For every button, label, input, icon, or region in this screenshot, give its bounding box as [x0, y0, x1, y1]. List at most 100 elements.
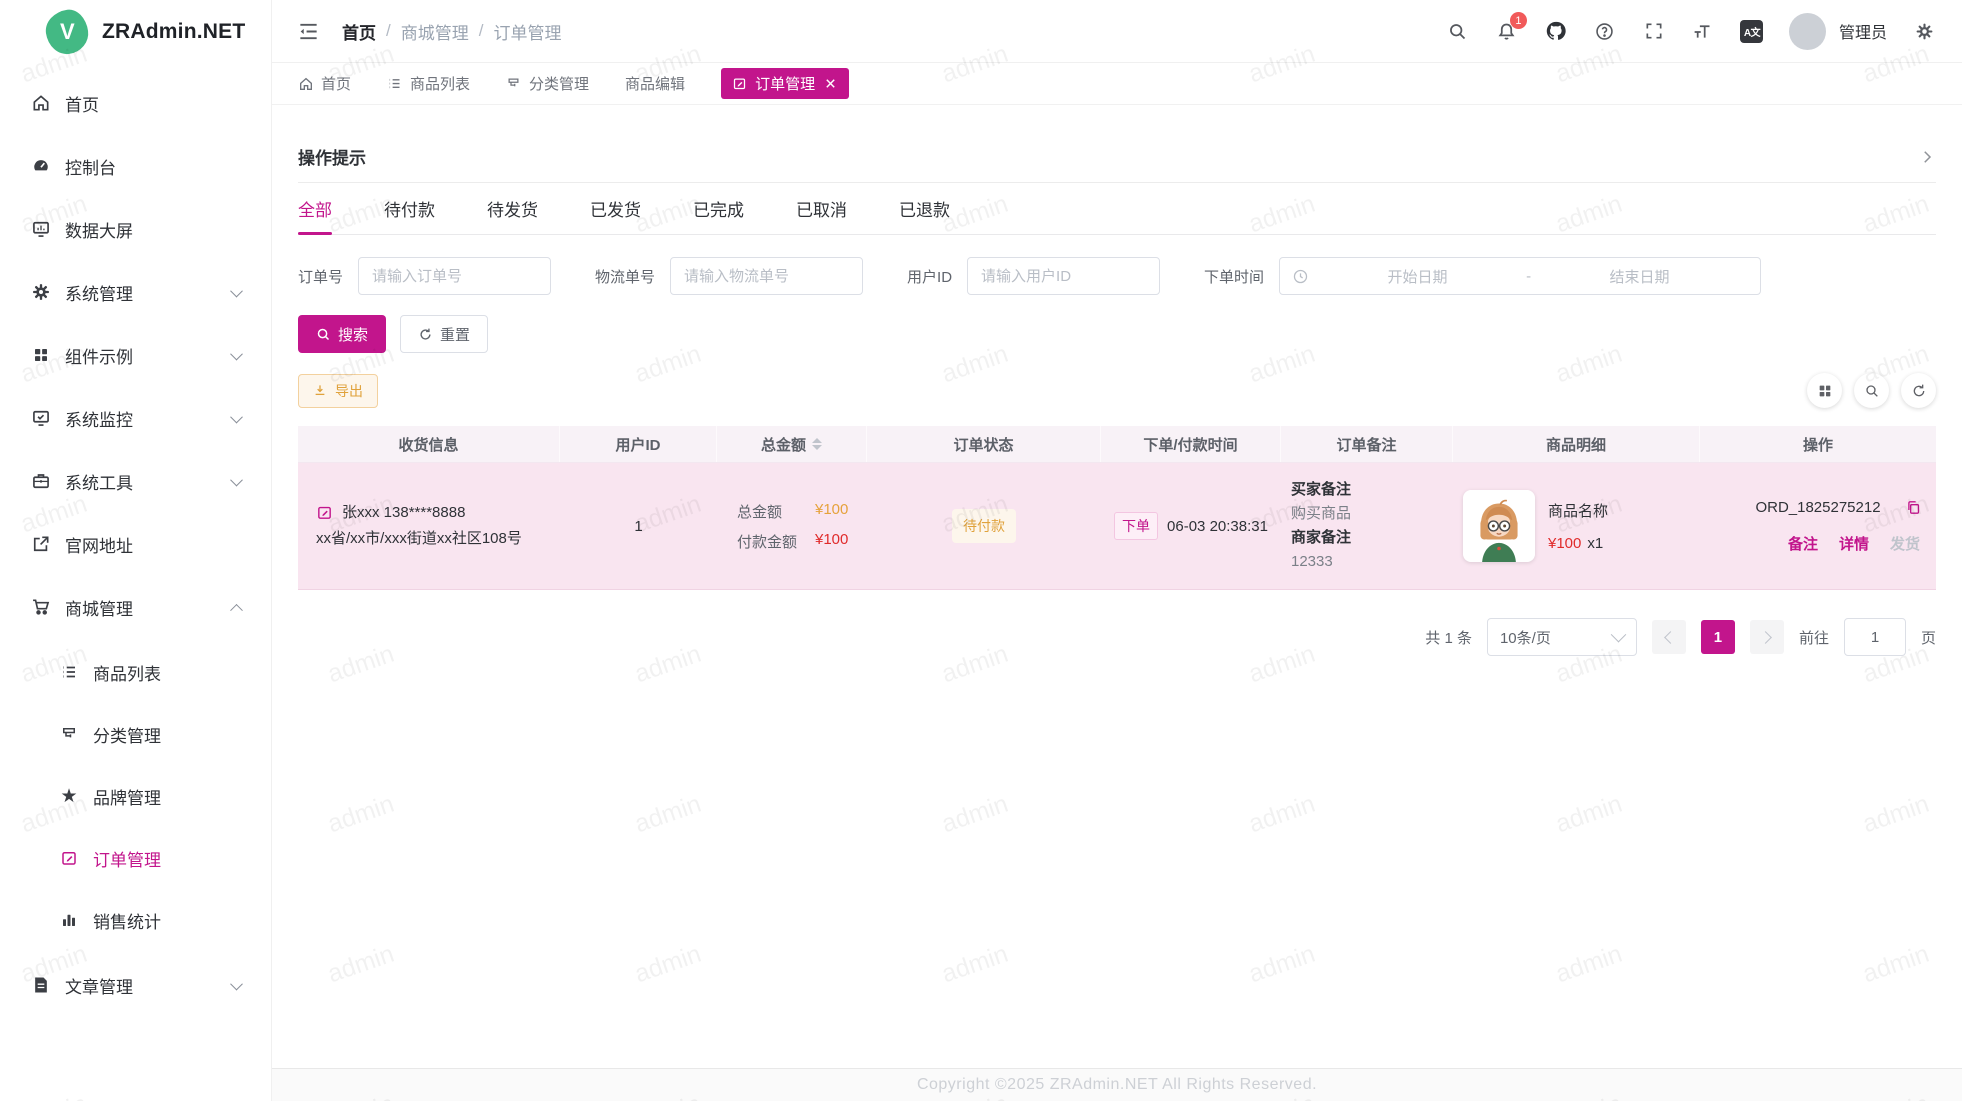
receiver-address: xx省/xx市/xxx街道xx社区108号: [316, 526, 522, 552]
page-unit-label: 页: [1921, 627, 1936, 648]
chevron-down-icon: [230, 347, 243, 360]
sidebar-item-brand-mgmt[interactable]: ★ 品牌管理: [14, 771, 257, 821]
order-time-label: 下单时间: [1204, 266, 1264, 287]
reset-button[interactable]: 重置: [400, 315, 488, 353]
tip-panel[interactable]: 操作提示: [298, 131, 1936, 183]
note-link[interactable]: 备注: [1788, 533, 1818, 554]
home-icon: [298, 76, 314, 92]
tab-product-edit[interactable]: 商品编辑: [625, 73, 685, 94]
goto-page-input[interactable]: [1844, 618, 1906, 656]
sidebar-item-category-mgmt[interactable]: 分类管理: [14, 709, 257, 759]
sidebar-item-website[interactable]: 官网地址: [14, 516, 257, 572]
avatar[interactable]: [1789, 13, 1826, 50]
font-size-icon[interactable]: [1691, 19, 1715, 43]
briefcase-icon: [30, 470, 52, 492]
notification-badge: 1: [1510, 12, 1527, 29]
status-tab-all[interactable]: 全部: [298, 183, 332, 234]
breadcrumb-separator: /: [479, 21, 484, 41]
total-amount-value: ¥100: [815, 501, 848, 522]
sidebar-item-mall-mgmt[interactable]: 商城管理: [14, 579, 257, 635]
header-operations: 操作: [1700, 426, 1936, 462]
close-icon[interactable]: [824, 77, 838, 91]
app-logo[interactable]: V ZRAdmin.NET: [0, 0, 271, 64]
sidebar-item-product-list[interactable]: 商品列表: [14, 647, 257, 697]
sidebar-item-components[interactable]: 组件示例: [14, 327, 257, 383]
copy-icon[interactable]: [1905, 499, 1922, 516]
topbar: 首页 / 商城管理 / 订单管理 1: [272, 0, 1962, 63]
table-row[interactable]: 张xxx 138****8888 xx省/xx市/xxx街道xx社区108号 1…: [298, 463, 1936, 590]
cell-status: 待付款: [867, 495, 1101, 557]
sidebar-item-monitoring[interactable]: 系统监控: [14, 390, 257, 446]
status-tab-shipped[interactable]: 已发货: [590, 183, 641, 234]
tab-category-mgmt[interactable]: 分类管理: [506, 73, 589, 94]
sidebar-item-sales-stats[interactable]: 销售统计: [14, 895, 257, 945]
notification-bell-icon[interactable]: 1: [1495, 19, 1519, 43]
chevron-down-icon: [1611, 626, 1627, 642]
action-row: 搜索 重置: [298, 315, 1936, 353]
status-tab-cancelled[interactable]: 已取消: [796, 183, 847, 234]
tab-product-list[interactable]: 商品列表: [387, 73, 470, 94]
search-button[interactable]: 搜索: [298, 315, 386, 353]
breadcrumb-mall[interactable]: 商城管理: [401, 19, 469, 44]
order-no-label: 订单号: [298, 266, 343, 287]
chevron-right-icon: [1918, 148, 1936, 166]
settings-gear-icon[interactable]: [1912, 19, 1936, 43]
toggle-search-icon[interactable]: [1854, 373, 1889, 408]
bar-chart-icon: [58, 909, 80, 931]
cell-user-id: 1: [560, 504, 717, 549]
pagination-total: 共 1 条: [1425, 627, 1472, 648]
sidebar: V ZRAdmin.NET 首页 控制台 数据大屏 系统管理: [0, 0, 272, 1101]
search-icon[interactable]: [1446, 19, 1470, 43]
sidebar-item-order-mgmt[interactable]: 订单管理: [14, 833, 257, 883]
status-tab-refunded[interactable]: 已退款: [899, 183, 950, 234]
order-no-input[interactable]: [358, 257, 551, 295]
paid-amount-value: ¥100: [815, 531, 848, 552]
clock-icon: [1292, 268, 1309, 285]
start-date-placeholder: 开始日期: [1309, 266, 1526, 287]
user-id-input[interactable]: [967, 257, 1160, 295]
product-name: 商品名称: [1548, 500, 1608, 521]
sidebar-item-datascreen[interactable]: 数据大屏: [14, 201, 257, 257]
sidebar-item-system-mgmt[interactable]: 系统管理: [14, 264, 257, 320]
status-tab-completed[interactable]: 已完成: [693, 183, 744, 234]
edit-receiver-icon[interactable]: [316, 504, 333, 521]
breadcrumb: 首页 / 商城管理 / 订单管理: [342, 19, 561, 44]
github-icon[interactable]: [1544, 19, 1568, 43]
refresh-table-icon[interactable]: [1901, 373, 1936, 408]
next-page-button[interactable]: [1750, 620, 1784, 654]
sidebar-item-article-mgmt[interactable]: 文章管理: [14, 957, 257, 1013]
breadcrumb-home[interactable]: 首页: [342, 19, 376, 44]
tag-icon: [58, 723, 80, 745]
collapse-sidebar-icon[interactable]: [296, 19, 320, 43]
column-settings-icon[interactable]: [1807, 373, 1842, 408]
date-range-picker[interactable]: 开始日期 - 结束日期: [1279, 257, 1761, 295]
monitor-icon: [30, 218, 52, 240]
help-icon[interactable]: [1593, 19, 1617, 43]
username[interactable]: 管理员: [1839, 19, 1887, 43]
sort-carets[interactable]: [812, 433, 822, 455]
detail-link[interactable]: 详情: [1839, 533, 1869, 554]
status-tab-pending-shipment[interactable]: 待发货: [487, 183, 538, 234]
tab-home[interactable]: 首页: [298, 73, 351, 94]
sidebar-item-tools[interactable]: 系统工具: [14, 453, 257, 509]
language-icon[interactable]: A文: [1740, 19, 1764, 43]
tab-order-mgmt[interactable]: 订单管理: [721, 68, 849, 99]
prev-page-button[interactable]: [1652, 620, 1686, 654]
pagination: 共 1 条 10条/页 1 前往 页: [298, 618, 1936, 656]
tip-panel-title: 操作提示: [298, 144, 366, 169]
header-order-remark: 订单备注: [1281, 426, 1453, 462]
fullscreen-icon[interactable]: [1642, 19, 1666, 43]
page-number-1[interactable]: 1: [1701, 620, 1735, 654]
copyright-text: Copyright ©2025 ZRAdmin.NET All Rights R…: [917, 1076, 1317, 1094]
cell-operations: ORD_1825275212 备注 详情 发货: [1700, 485, 1936, 568]
tracking-no-input[interactable]: [670, 257, 863, 295]
end-date-placeholder: 结束日期: [1531, 266, 1748, 287]
status-tab-pending-payment[interactable]: 待付款: [384, 183, 435, 234]
sidebar-item-console[interactable]: 控制台: [14, 138, 257, 194]
page-size-select[interactable]: 10条/页: [1487, 618, 1637, 656]
export-button[interactable]: 导出: [298, 374, 378, 408]
sidebar-item-home[interactable]: 首页: [14, 75, 257, 131]
edit-square-icon: [732, 76, 748, 92]
chevron-down-icon: [230, 284, 243, 297]
header-order-status: 订单状态: [867, 426, 1101, 462]
